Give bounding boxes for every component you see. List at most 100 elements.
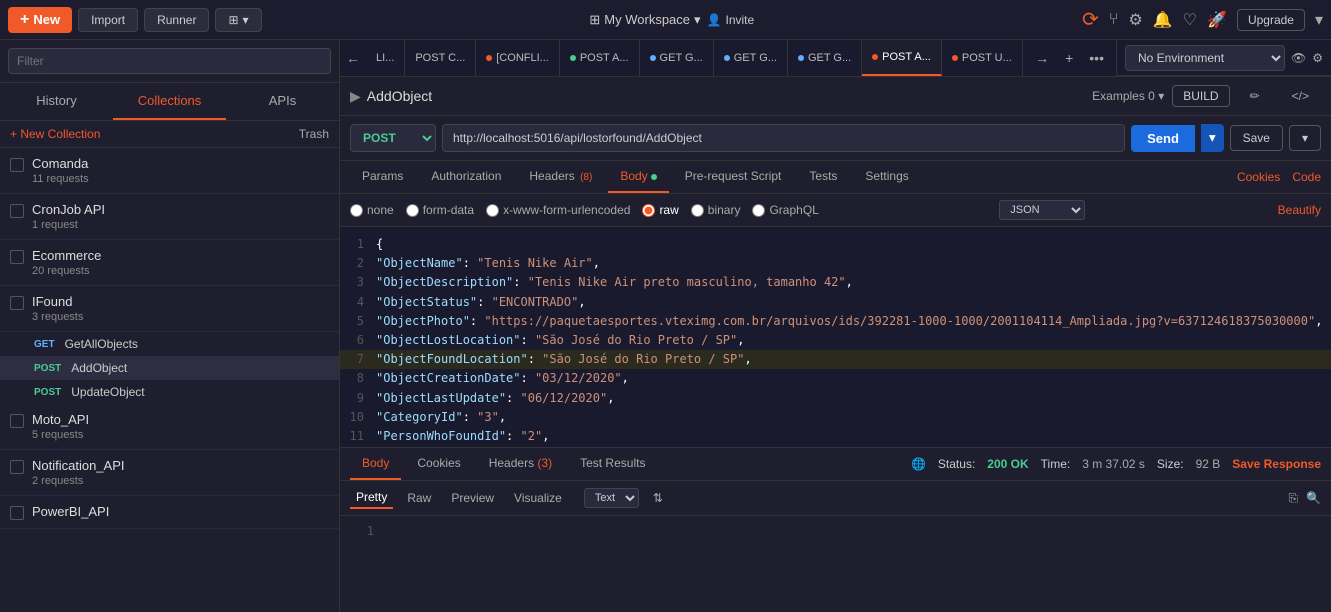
save-button[interactable]: Save xyxy=(1230,125,1283,151)
collection-item[interactable]: PowerBI_API xyxy=(0,496,339,529)
tab-post-a-active[interactable]: POST A... xyxy=(862,40,942,76)
req-tab-headers[interactable]: Headers (8) xyxy=(517,161,604,193)
user-icon: 👤 xyxy=(707,13,722,27)
format-preview-button[interactable]: Preview xyxy=(445,488,500,508)
tab-post-c[interactable]: POST C... xyxy=(405,40,476,76)
tab-li[interactable]: LI... xyxy=(366,40,405,76)
format-pretty-button[interactable]: Pretty xyxy=(350,487,393,509)
tab-forward-button[interactable]: → xyxy=(1029,50,1055,66)
sidebar-tab-collections[interactable]: Collections xyxy=(113,83,226,120)
env-settings-icon[interactable]: ⚙ xyxy=(1312,51,1323,65)
resp-tab-body[interactable]: Body xyxy=(350,448,401,480)
body-format-select[interactable]: JSON Text JavaScript XML HTML xyxy=(999,200,1085,220)
settings-icon[interactable]: ⚙ xyxy=(1128,10,1142,30)
body-opt-graphql[interactable]: GraphQL xyxy=(752,203,818,217)
body-opt-raw[interactable]: raw xyxy=(642,203,678,217)
code-editor[interactable]: 1 { 2 "ObjectName": "Tenis Nike Air", 3 … xyxy=(340,227,1331,447)
copy-icon[interactable]: ⎘ xyxy=(1288,491,1298,506)
sub-item-updateobject[interactable]: POST UpdateObject xyxy=(0,380,339,404)
filter-input[interactable] xyxy=(8,48,331,74)
tab-post-a1[interactable]: POST A... xyxy=(560,40,640,76)
sidebar-tab-history[interactable]: History xyxy=(0,83,113,120)
sub-item-label: UpdateObject xyxy=(71,385,144,399)
format-raw-button[interactable]: Raw xyxy=(401,488,437,508)
response-status: 🌐 Status: 200 OK Time: 3 m 37.02 s Size:… xyxy=(911,457,1321,471)
cookies-link[interactable]: Cookies xyxy=(1237,170,1280,184)
collection-icon xyxy=(10,158,24,172)
tab-get-g2[interactable]: GET G... xyxy=(714,40,788,76)
sub-item-label: AddObject xyxy=(71,361,127,375)
method-select[interactable]: POST GET PUT DELETE xyxy=(350,124,436,152)
tab-label: GET G... xyxy=(808,52,851,64)
status-label: Status: xyxy=(938,457,975,471)
eye-icon[interactable]: 👁 xyxy=(1291,51,1306,65)
resp-tab-test-results[interactable]: Test Results xyxy=(568,448,657,480)
req-tab-prerequest[interactable]: Pre-request Script xyxy=(673,161,794,193)
expand-arrow[interactable]: ▶ xyxy=(350,88,361,105)
code-link[interactable]: Code xyxy=(1292,170,1321,184)
request-title: ▶ AddObject xyxy=(350,88,432,105)
url-input[interactable] xyxy=(442,124,1125,152)
body-opt-none[interactable]: none xyxy=(350,203,394,217)
collection-item[interactable]: Ecommerce 20 requests xyxy=(0,240,339,286)
sync-icon[interactable]: ⟳ xyxy=(1082,7,1099,32)
code-button[interactable]: </> xyxy=(1280,85,1321,107)
response-format-select[interactable]: Text xyxy=(584,488,639,508)
body-opt-urlencoded[interactable]: x-www-form-urlencoded xyxy=(486,203,630,217)
build-button[interactable]: BUILD xyxy=(1172,85,1229,107)
heart-icon[interactable]: ♡ xyxy=(1183,10,1197,30)
req-tab-params[interactable]: Params xyxy=(350,161,415,193)
send-button[interactable]: Send xyxy=(1131,125,1195,152)
save-dropdown-button[interactable]: ▾ xyxy=(1289,125,1321,151)
req-tab-settings[interactable]: Settings xyxy=(853,161,920,193)
tab-overflow-button[interactable]: ••• xyxy=(1083,50,1110,66)
edit-button[interactable]: ✏ xyxy=(1238,85,1272,107)
req-tab-body[interactable]: Body xyxy=(608,161,668,193)
sub-item-getallobjects[interactable]: GET GetAllObjects xyxy=(0,332,339,356)
tab-get-g1[interactable]: GET G... xyxy=(640,40,714,76)
format-visualize-button[interactable]: Visualize xyxy=(508,488,568,508)
req-tab-auth[interactable]: Authorization xyxy=(419,161,513,193)
bell-icon[interactable]: 🔔 xyxy=(1153,10,1173,30)
tab-add-button[interactable]: + xyxy=(1059,50,1079,66)
collection-item-ifound[interactable]: IFound 3 requests xyxy=(0,286,339,332)
new-button[interactable]: New xyxy=(8,7,72,33)
beautify-button[interactable]: Beautify xyxy=(1278,203,1321,217)
collection-count: 3 requests xyxy=(32,311,83,323)
runner-button[interactable]: Runner xyxy=(144,8,209,32)
environment-select[interactable]: No Environment xyxy=(1125,45,1285,71)
save-response-button[interactable]: Save Response xyxy=(1232,457,1321,471)
more-icon[interactable]: ▾ xyxy=(1315,10,1323,30)
resp-tab-cookies[interactable]: Cookies xyxy=(405,448,472,480)
collection-count: 20 requests xyxy=(32,265,101,277)
rocket-icon[interactable]: 🚀 xyxy=(1207,10,1227,30)
collection-name: Comanda xyxy=(32,156,89,171)
tab-back-button[interactable]: ← xyxy=(340,50,366,66)
new-collection-button[interactable]: + New Collection xyxy=(10,127,100,141)
collection-item[interactable]: Comanda 11 requests xyxy=(0,148,339,194)
sub-item-addobject[interactable]: POST AddObject xyxy=(0,356,339,380)
send-dropdown-button[interactable]: ▾ xyxy=(1201,124,1224,152)
collection-item[interactable]: Notification_API 2 requests xyxy=(0,450,339,496)
layout-button[interactable]: ⊞ ▾ xyxy=(215,8,261,32)
collection-item[interactable]: CronJob API 1 request xyxy=(0,194,339,240)
tab-post-u[interactable]: POST U... xyxy=(942,40,1023,76)
body-opt-formdata[interactable]: form-data xyxy=(406,203,474,217)
sidebar-tab-apis[interactable]: APIs xyxy=(226,83,339,120)
body-opt-binary[interactable]: binary xyxy=(691,203,741,217)
search-resp-icon[interactable]: 🔍 xyxy=(1306,491,1321,506)
sort-icon[interactable]: ⇅ xyxy=(653,491,663,505)
tab-confli[interactable]: [CONFLI... xyxy=(476,40,560,76)
workspace-button[interactable]: ⊞ My Workspace ▾ xyxy=(589,12,700,28)
req-tab-tests[interactable]: Tests xyxy=(797,161,849,193)
resp-tab-headers[interactable]: Headers (3) xyxy=(477,448,564,480)
import-button[interactable]: Import xyxy=(78,8,138,32)
examples-button[interactable]: Examples 0 ▾ xyxy=(1092,89,1164,103)
tab-get-g3[interactable]: GET G... xyxy=(788,40,862,76)
fork-icon[interactable]: ⑂ xyxy=(1109,11,1119,29)
tab-more-buttons: → + ••• xyxy=(1023,50,1116,66)
invite-button[interactable]: 👤 Invite xyxy=(707,13,755,27)
upgrade-button[interactable]: Upgrade xyxy=(1237,9,1305,31)
collection-item[interactable]: Moto_API 5 requests xyxy=(0,404,339,450)
trash-button[interactable]: Trash xyxy=(299,127,329,141)
